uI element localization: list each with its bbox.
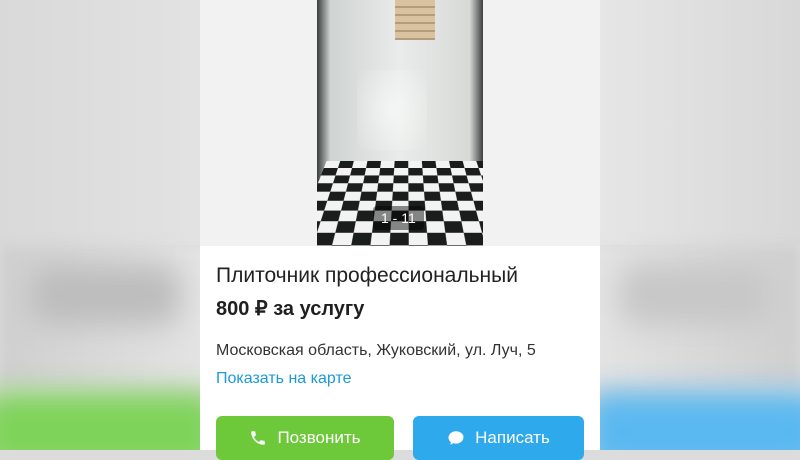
call-button-label: Позвонить <box>277 428 361 447</box>
write-button-label: Написать <box>475 428 550 447</box>
listing-title: Плиточник профессиональный <box>216 264 518 287</box>
listing-address: Московская область, Жуковский, ул. Луч, … <box>216 342 536 359</box>
call-button[interactable]: Позвонить <box>216 416 394 460</box>
chat-bubble-icon <box>447 429 465 447</box>
listing-screen: 1 - 11 Плиточник профессиональный 800 ₽ … <box>200 0 600 460</box>
write-button[interactable]: Написать <box>413 416 584 460</box>
phone-icon <box>249 429 267 447</box>
show-on-map-link[interactable]: Показать на карте <box>216 368 586 390</box>
listing-price: 800 ₽ за услугу <box>216 298 365 320</box>
photo-counter: 1 - 11 <box>373 206 424 230</box>
listing-info: Плиточник профессиональный 800 ₽ за услу… <box>216 262 586 390</box>
photo-gallery[interactable]: 1 - 11 <box>200 0 600 246</box>
